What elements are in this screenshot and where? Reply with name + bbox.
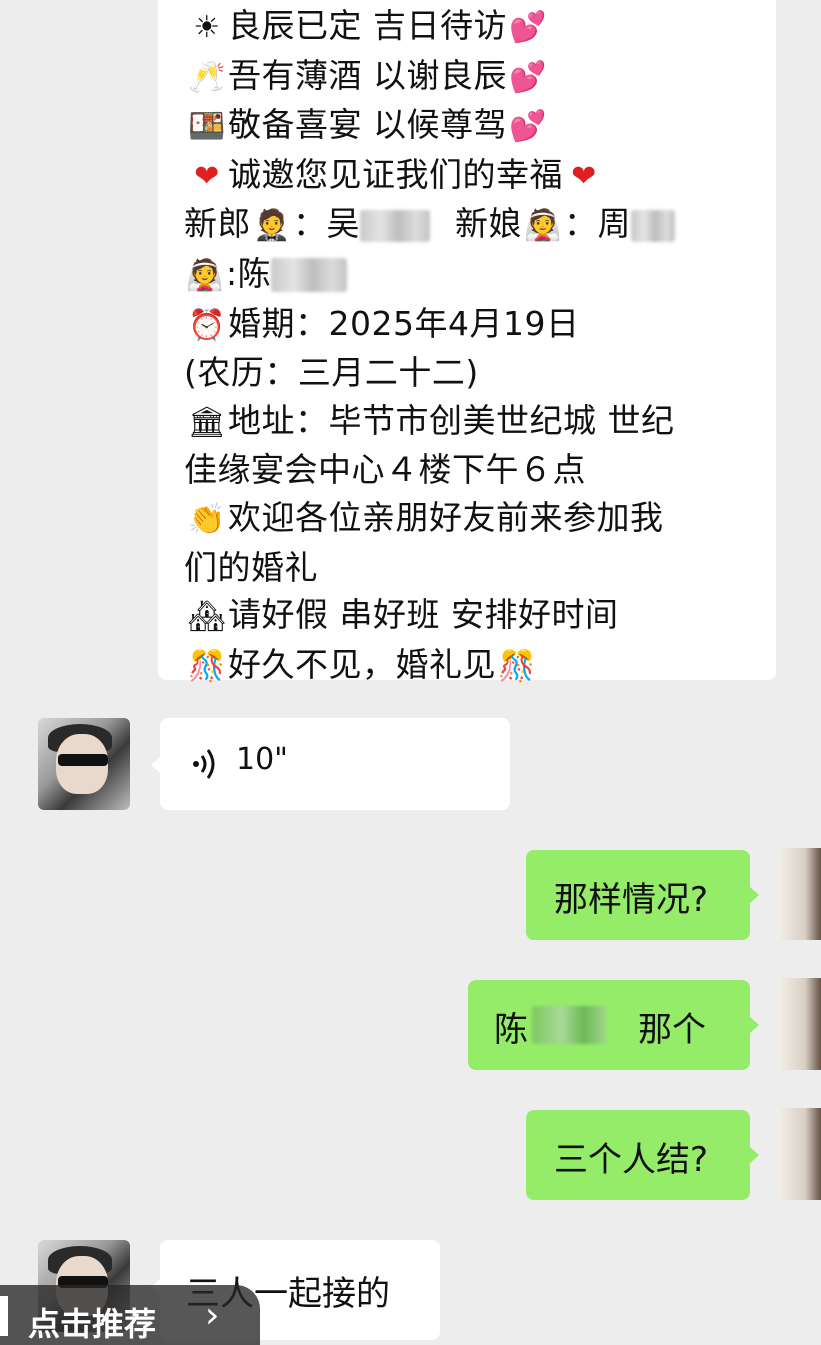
sent-message-bubble[interactable]: 那样情况? [526, 850, 759, 940]
blurred-name [532, 1006, 606, 1044]
my-avatar[interactable] [778, 848, 821, 940]
groom-name: ：吴 [293, 204, 360, 244]
two-hearts-icon: 💕 [509, 59, 547, 95]
clapping-hands-icon: 👏 [188, 501, 226, 537]
groom-label: 新郎 [184, 204, 251, 244]
houses-icon: 🏘 [187, 599, 227, 635]
bride-icon: 👰 [186, 257, 224, 293]
date-line: ⏰婚期：2025年4月19日 [186, 300, 758, 350]
voice-message-bubble[interactable]: 10" [151, 718, 510, 810]
alarm-clock-icon: ⏰ [188, 307, 226, 343]
address-text-2: 佳缘宴会中心４楼下午６点 [184, 450, 586, 490]
address-text-1: 地址：毕节市创美世纪城 世纪 [228, 400, 675, 440]
leave-line: 🏘请好假 串好班 安排好时间 [186, 591, 758, 641]
invitation-text-2: 吾有薄酒 以谢良辰 [228, 55, 507, 95]
avatar-glasses [58, 754, 108, 766]
lunar-line: (农历：三月二十二) [184, 349, 758, 397]
address-line-2: 佳缘宴会中心４楼下午６点 [184, 446, 758, 494]
blurred-name [360, 209, 430, 242]
blurred-name [631, 209, 675, 242]
chevron-right-icon: › [205, 1295, 220, 1336]
message-text: 那个 [638, 1010, 706, 1050]
red-heart-icon: ❤ [571, 158, 597, 194]
see-you-line: 🎊好久不见，婚礼见🎊 [186, 641, 758, 691]
blurred-name [271, 258, 348, 293]
welcome-line-1: 👏欢迎各位亲朋好友前来参加我 [186, 494, 758, 544]
recommend-label: 点击推荐 [28, 1305, 157, 1343]
leave-text: 请好假 串好班 安排好时间 [228, 595, 619, 635]
couple-line: 新郎🤵：吴 新娘👰：周 [184, 200, 758, 250]
celebration-icon: 🎊 [498, 648, 536, 684]
bride-icon: 👰 [524, 208, 562, 244]
bride-name: ：周 [564, 204, 631, 244]
red-heart-icon: ❤ [194, 158, 220, 194]
bride-label: 新娘 [455, 204, 522, 244]
see-you-text: 好久不见，婚礼见 [228, 644, 496, 684]
welcome-text-2: 们的婚礼 [184, 547, 318, 587]
message-text: 那样情况? [554, 880, 709, 920]
lunar-date: (农历：三月二十二) [184, 353, 479, 393]
invitation-line-4: ❤ 诚邀您见证我们的幸福 ❤ [186, 151, 758, 201]
message-text: 陈 [494, 1010, 528, 1050]
celebration-icon: 🎊 [188, 648, 226, 684]
bento-box-icon: 🍱 [188, 109, 226, 145]
bookmark-marker [0, 1296, 8, 1336]
voice-wave-icon [193, 749, 215, 779]
my-avatar[interactable] [778, 978, 821, 1070]
bride2-name: :陈 [226, 253, 272, 293]
welcome-text-1: 欢迎各位亲朋好友前来参加我 [228, 497, 664, 537]
invitation-text-1: 良辰已定 吉日待访 [228, 6, 507, 45]
contact-avatar[interactable] [38, 718, 130, 810]
sun-icon: ☀ [193, 10, 221, 45]
two-hearts-icon: 💕 [509, 109, 547, 145]
sent-message-bubble[interactable]: 三个人结? [526, 1110, 759, 1200]
invitation-line-1: ☀ 良辰已定 吉日待访💕 [186, 2, 758, 52]
message-text: 三个人结? [554, 1140, 709, 1180]
wedding-venue-icon: 🏛 [187, 404, 227, 440]
welcome-line-2: 们的婚礼 [184, 544, 758, 592]
wedding-date: 婚期：2025年4月19日 [228, 303, 580, 343]
invitation-line-2: 🥂吾有薄酒 以谢良辰💕 [186, 52, 758, 102]
bride2-line: 👰:陈 [184, 250, 758, 300]
address-line-1: 🏛地址：毕节市创美世纪城 世纪 [186, 397, 758, 447]
invitation-text-4: 诚邀您见证我们的幸福 [228, 154, 563, 194]
invitation-text-3: 敬备喜宴 以候尊驾 [228, 105, 507, 145]
recommend-button[interactable]: 点击推荐 › [0, 1285, 260, 1345]
groom-icon: 🤵 [253, 208, 291, 244]
invitation-message-bubble[interactable]: ☀ 良辰已定 吉日待访💕 🥂吾有薄酒 以谢良辰💕 🍱敬备喜宴 以候尊驾💕 ❤ 诚邀您… [158, 0, 776, 684]
invitation-line-3: 🍱敬备喜宴 以候尊驾💕 [186, 101, 758, 151]
champagne-glasses-icon: 🥂 [188, 59, 226, 95]
my-avatar[interactable] [778, 1108, 821, 1200]
two-hearts-icon: 💕 [509, 10, 547, 45]
voice-duration: 10" [236, 742, 288, 777]
sent-message-bubble[interactable]: 陈 那个 [468, 980, 759, 1070]
